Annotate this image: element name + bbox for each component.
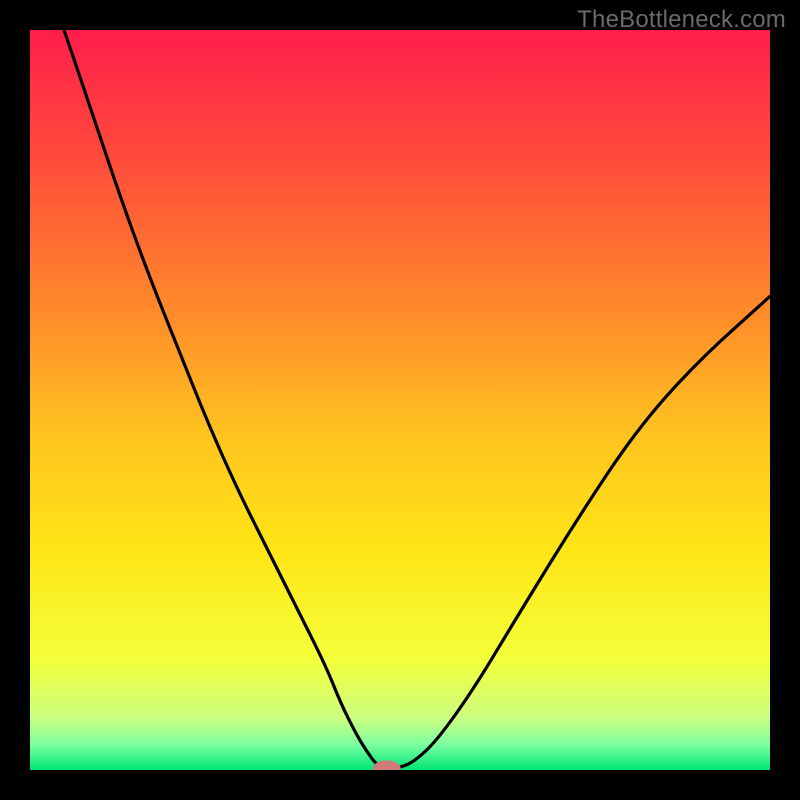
bottleneck-chart [0,0,800,800]
optimal-marker [373,760,401,776]
watermark-text: TheBottleneck.com [577,6,786,34]
plot-background [30,30,770,770]
chart-frame: TheBottleneck.com [0,0,800,800]
